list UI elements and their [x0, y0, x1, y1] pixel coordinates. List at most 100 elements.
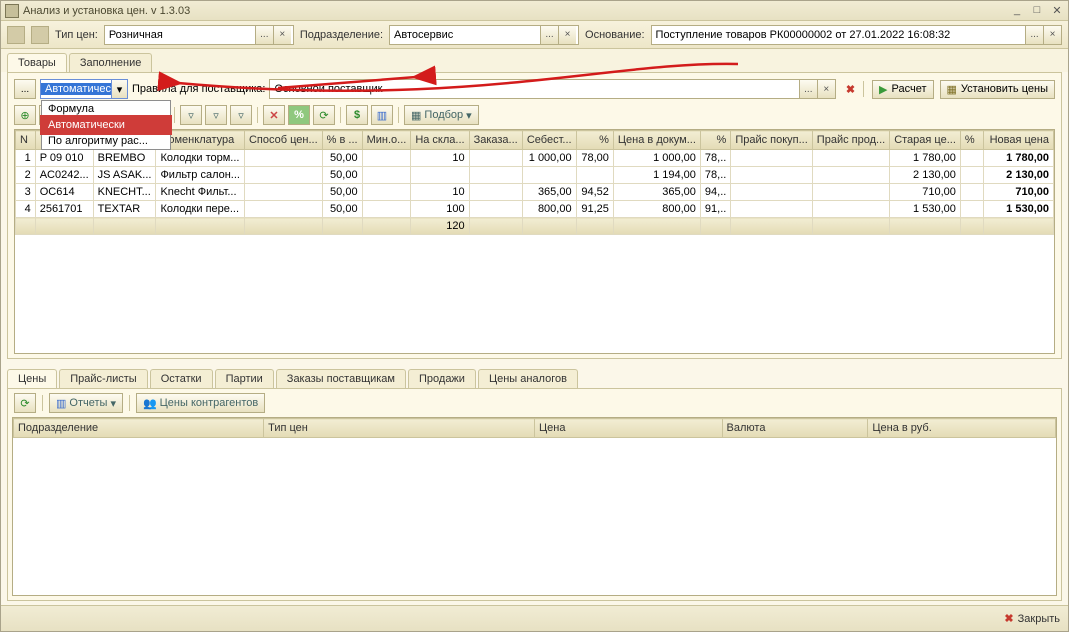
- tab-fill[interactable]: Заполнение: [69, 53, 153, 72]
- filter-bar: ... Автоматичес ▾ Формула Автоматически …: [8, 77, 1061, 105]
- tool-filter-3[interactable]: ▿: [230, 105, 252, 125]
- col-header[interactable]: Заказа...: [469, 131, 522, 150]
- podbor-label: Подбор: [424, 109, 463, 121]
- method-option-formula[interactable]: Формула: [42, 101, 170, 117]
- method-option-auto[interactable]: Автоматически: [42, 117, 170, 133]
- bottom-contragent-prices[interactable]: 👥 Цены контрагентов: [136, 393, 265, 413]
- col-header[interactable]: Себест...: [522, 131, 576, 150]
- col-header[interactable]: %: [576, 131, 613, 150]
- price-type-clear-button[interactable]: ×: [273, 26, 291, 44]
- col-header[interactable]: Цена в докум...: [613, 131, 700, 150]
- maximize-button[interactable]: □: [1030, 4, 1044, 17]
- subdivision-label: Подразделение:: [300, 29, 383, 41]
- basis-select-button[interactable]: ...: [1025, 26, 1043, 44]
- tool-podbor[interactable]: ▦ Подбор ▾: [404, 105, 479, 125]
- top-toolbar: Тип цен: ... × Подразделение: ... × Осно…: [1, 21, 1068, 49]
- table-row[interactable]: 2AC0242...JS ASAK...Фильтр салон...50,00…: [16, 167, 1054, 184]
- method-dropdown-value[interactable]: Автоматичес: [41, 83, 111, 95]
- bottom-refresh[interactable]: ⟳: [14, 393, 36, 413]
- window-title: Анализ и установка цен. v 1.3.03: [23, 5, 1010, 17]
- bottom-toolbar: ⟳ ▥ Отчеты ▾ 👥 Цены контрагентов: [8, 389, 1061, 417]
- price-type-input[interactable]: [105, 26, 255, 44]
- col-header[interactable]: Цена: [534, 419, 722, 438]
- col-header[interactable]: Новая цена: [983, 131, 1053, 150]
- price-type-select-button[interactable]: ...: [255, 26, 273, 44]
- supplier-clear-button[interactable]: ×: [817, 80, 835, 98]
- basis-input[interactable]: [652, 26, 1025, 44]
- bottom-tab[interactable]: Цены: [7, 369, 57, 388]
- set-prices-button[interactable]: ▦ Установить цены: [940, 80, 1055, 99]
- basis-clear-button[interactable]: ×: [1043, 26, 1061, 44]
- tool-dollar[interactable]: $: [346, 105, 368, 125]
- people-icon: 👥: [143, 397, 157, 410]
- table-row[interactable]: 3OC614KNECHT...Knecht Фильт...50,0010365…: [16, 184, 1054, 201]
- app-icon: [5, 4, 19, 18]
- close-window-button[interactable]: ✕: [1050, 4, 1064, 17]
- table-row[interactable]: 42561701TEXTARКолодки пере...50,00100800…: [16, 201, 1054, 218]
- clear-icon[interactable]: ✖: [846, 83, 855, 96]
- set-prices-icon: ▦: [947, 83, 957, 96]
- minimize-button[interactable]: _: [1010, 4, 1024, 17]
- set-prices-label: Установить цены: [961, 83, 1048, 95]
- tool-percent[interactable]: %: [288, 105, 310, 125]
- prices-table[interactable]: ПодразделениеТип ценЦенаВалютаЦена в руб…: [13, 418, 1056, 558]
- chart-icon: ▥: [56, 397, 66, 410]
- bottom-tab[interactable]: Цены аналогов: [478, 369, 578, 388]
- tool-refresh[interactable]: ⟳: [313, 105, 335, 125]
- rules-label: Правила для поставщика:: [132, 83, 265, 95]
- calc-button[interactable]: ▶ Расчет: [872, 80, 933, 99]
- app-window: Анализ и установка цен. v 1.3.03 _ □ ✕ Т…: [0, 0, 1069, 632]
- price-type-field: ... ×: [104, 25, 294, 45]
- tool-icon-2[interactable]: [31, 26, 49, 44]
- close-label: Закрыть: [1018, 613, 1060, 625]
- tool-icon-1[interactable]: [7, 26, 25, 44]
- subdivision-clear-button[interactable]: ×: [558, 26, 576, 44]
- close-button[interactable]: ✖ Закрыть: [1004, 612, 1060, 625]
- col-header[interactable]: На скла...: [411, 131, 469, 150]
- supplier-input[interactable]: [270, 80, 798, 98]
- col-header[interactable]: %: [700, 131, 730, 150]
- tool-filter-1[interactable]: ▿: [180, 105, 202, 125]
- col-header[interactable]: Тип цен: [264, 419, 535, 438]
- bottom-tabs: ЦеныПрайс-листыОстаткиПартииЗаказы поста…: [1, 363, 1068, 388]
- basis-label: Основание:: [585, 29, 644, 41]
- table-row[interactable]: 1P 09 010BREMBOКолодки торм...50,00101 0…: [16, 150, 1054, 167]
- tool-add[interactable]: ⊕: [14, 105, 36, 125]
- supplier-select-button[interactable]: ...: [799, 80, 817, 98]
- col-header[interactable]: Цена в руб.: [868, 419, 1056, 438]
- main-panel: ... Автоматичес ▾ Формула Автоматически …: [7, 72, 1062, 359]
- col-header[interactable]: %: [960, 131, 983, 150]
- tool-filter-2[interactable]: ▿: [205, 105, 227, 125]
- method-option-algo[interactable]: По алгоритму рас...: [42, 133, 170, 149]
- method-dropdown-chevron[interactable]: ▾: [111, 80, 127, 98]
- bottom-tab[interactable]: Остатки: [150, 369, 213, 388]
- price-type-label: Тип цен:: [55, 29, 98, 41]
- footer: ✖ Закрыть: [1, 605, 1068, 631]
- col-header[interactable]: Способ цен...: [244, 131, 322, 150]
- tab-goods[interactable]: Товары: [7, 53, 67, 72]
- bottom-tab[interactable]: Прайс-листы: [59, 369, 147, 388]
- podbor-icon: ▦: [411, 109, 421, 122]
- tool-x-red[interactable]: ✕: [263, 105, 285, 125]
- filter-more-button[interactable]: ...: [14, 79, 36, 99]
- subdivision-field: ... ×: [389, 25, 579, 45]
- col-header[interactable]: Подразделение: [14, 419, 264, 438]
- bottom-grid: ПодразделениеТип ценЦенаВалютаЦена в руб…: [12, 417, 1057, 596]
- bottom-tab[interactable]: Продажи: [408, 369, 476, 388]
- subdivision-input[interactable]: [390, 26, 540, 44]
- calc-label: Расчет: [892, 83, 927, 95]
- col-header[interactable]: Мин.о...: [362, 131, 411, 150]
- col-header[interactable]: Прайс покуп...: [731, 131, 812, 150]
- col-header[interactable]: Старая це...: [890, 131, 961, 150]
- col-header[interactable]: N: [16, 131, 36, 150]
- subdivision-select-button[interactable]: ...: [540, 26, 558, 44]
- col-header[interactable]: Валюта: [722, 419, 868, 438]
- bottom-tab[interactable]: Заказы поставщикам: [276, 369, 406, 388]
- bottom-tab[interactable]: Партии: [215, 369, 274, 388]
- bottom-reports[interactable]: ▥ Отчеты ▾: [49, 393, 123, 413]
- titlebar: Анализ и установка цен. v 1.3.03 _ □ ✕: [1, 1, 1068, 21]
- col-header[interactable]: Прайс прод...: [812, 131, 889, 150]
- method-dropdown-list: Формула Автоматически По алгоритму рас..…: [41, 100, 171, 150]
- tool-chart[interactable]: ▥: [371, 105, 393, 125]
- col-header[interactable]: % в ...: [322, 131, 362, 150]
